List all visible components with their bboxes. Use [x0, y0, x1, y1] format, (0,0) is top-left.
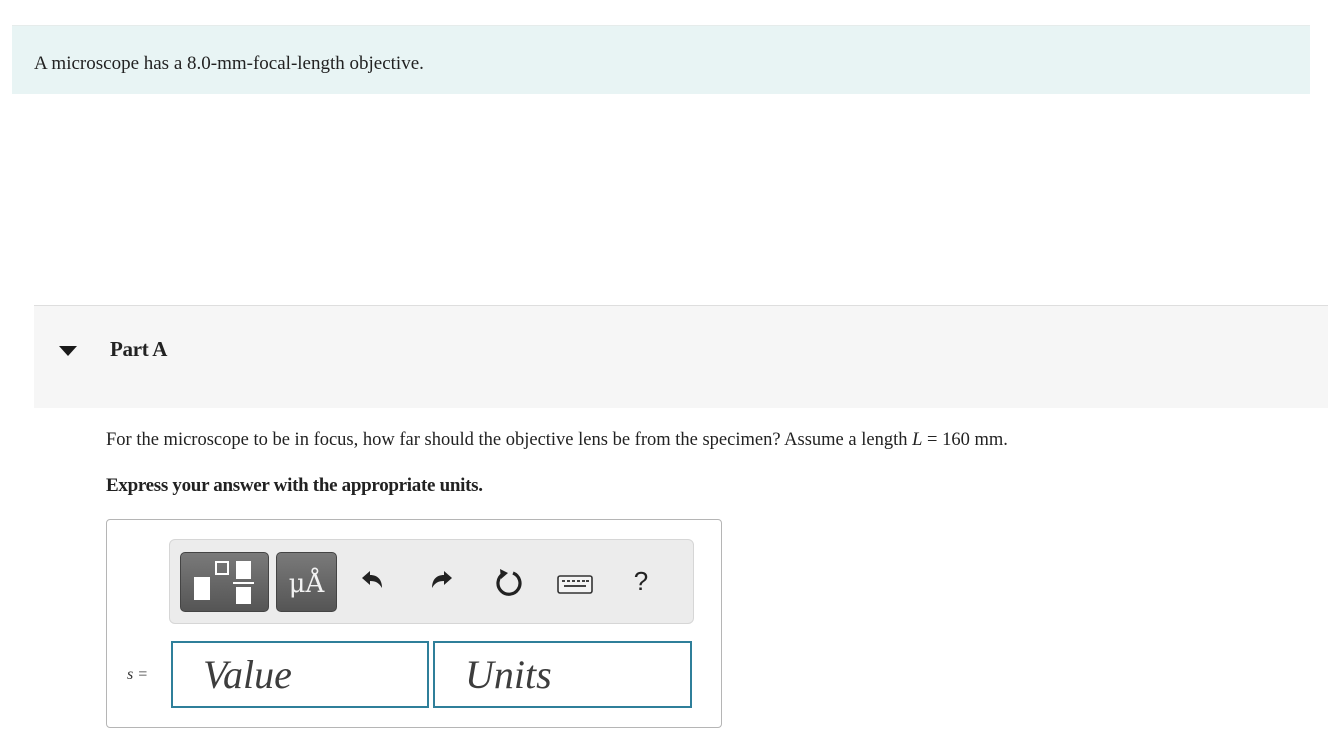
reset-button[interactable]: [491, 566, 525, 600]
answer-box: μÅ ? s = Value Units: [106, 519, 722, 728]
units-icon: μÅ: [288, 569, 325, 599]
keyboard-button[interactable]: [555, 566, 595, 600]
question-variable: L: [912, 430, 923, 450]
answer-variable-label: s =: [127, 666, 149, 683]
part-title: Part A: [110, 337, 168, 361]
collapse-caret-icon[interactable]: [59, 346, 77, 356]
redo-icon: [432, 571, 452, 588]
question-text-after: = 160 mm.: [922, 430, 1008, 450]
part-a-header[interactable]: Part A: [34, 305, 1328, 408]
templates-button[interactable]: [180, 552, 269, 612]
help-button[interactable]: ?: [624, 566, 658, 600]
question-text-before: For the microscope to be in focus, how f…: [106, 430, 913, 450]
templates-icon: [194, 561, 254, 604]
answer-instruction: Express your answer with the appropriate…: [106, 475, 483, 496]
units-input[interactable]: [433, 641, 692, 708]
keyboard-icon: [557, 575, 593, 594]
question-text: For the microscope to be in focus, how f…: [106, 428, 1008, 452]
problem-intro: A microscope has a 8.0-mm-focal-length o…: [12, 26, 1310, 94]
undo-icon: [362, 571, 382, 588]
math-toolbar: μÅ ?: [169, 539, 694, 624]
intro-text: A microscope has a 8.0-mm-focal-length o…: [34, 53, 424, 74]
units-button[interactable]: μÅ: [276, 552, 337, 612]
undo-button[interactable]: [356, 566, 390, 600]
help-icon: ?: [633, 566, 649, 596]
redo-button[interactable]: [424, 566, 458, 600]
value-input[interactable]: [171, 641, 429, 708]
reset-icon: [496, 569, 522, 596]
